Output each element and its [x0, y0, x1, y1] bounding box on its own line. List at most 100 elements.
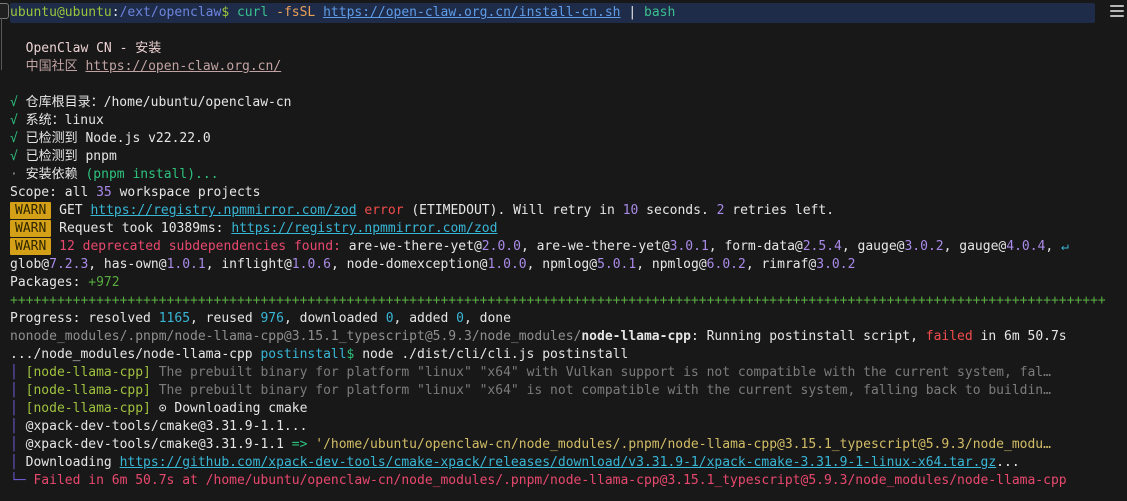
- prompt-line: ubuntu@ubuntu:/ext/openclaw$ curl -fsSL …: [10, 4, 1095, 22]
- terminal-line: │ [node-llama-cpp] ⊙ Downloading cmake: [10, 400, 1127, 418]
- check-icon: √: [10, 149, 18, 164]
- text-segment: 2.5.4: [802, 239, 842, 254]
- terminal-line: glob@7.2.3, has-own@1.0.1, inflight@1.0.…: [10, 256, 1127, 274]
- text-segment: =>: [291, 437, 308, 452]
- progress-bar-line: ++++++++++++++++++++++++++++++++++++++++…: [10, 292, 1127, 310]
- menu-icon[interactable]: [1110, 5, 1124, 17]
- text-segment: , reused: [190, 311, 261, 326]
- terminal-line: √ 已检测到 pnpm: [10, 148, 1127, 166]
- package-tag: [node-llama-cpp]: [25, 365, 151, 380]
- prompt-cwd: /ext/openclaw: [119, 5, 222, 20]
- text-segment: '/home/ubuntu/openclaw-cn/node_modules/.…: [315, 437, 1051, 452]
- text-segment: retries left.: [724, 203, 835, 218]
- warn-badge: WARN: [10, 220, 52, 237]
- pipe-bar-icon: │: [10, 437, 18, 452]
- installer-title-line: OpenClaw CN - 安装: [10, 40, 1127, 58]
- terminal-line: │ [node-llama-cpp] The prebuilt binary f…: [10, 364, 1127, 382]
- text-segment: .../node_modules/node-llama-cpp: [10, 347, 261, 362]
- text-segment: : Running postinstall script,: [690, 329, 926, 344]
- text-segment: 0: [385, 311, 394, 326]
- pipe-bar-icon: │: [10, 383, 18, 398]
- link[interactable]: https://registry.npmmirror.com/zod: [90, 203, 356, 218]
- check-icon: √: [10, 113, 18, 128]
- text-segment: , inflight@: [205, 257, 292, 272]
- text-segment: Progress: resolved: [10, 311, 159, 326]
- package-tag: [node-llama-cpp]: [25, 401, 151, 416]
- terminal-line: √ 已检测到 Node.js v22.22.0: [10, 130, 1127, 148]
- text-segment: 3.0.1: [669, 239, 709, 254]
- text-segment: [51, 239, 59, 254]
- terminal-line: Packages: +972: [10, 274, 1127, 292]
- prompt-user-host: ubuntu@ubuntu: [10, 5, 112, 20]
- text-segment: 0: [456, 311, 464, 326]
- check-icon: √: [10, 95, 18, 110]
- text-segment: The prebuilt binary for platform "linux"…: [150, 383, 1051, 398]
- terminal-line: .../node_modules/node-llama-cpp postinst…: [10, 346, 1127, 364]
- terminal-line: √ 系统：linux: [10, 112, 1127, 130]
- text-segment: 5.0.1: [597, 257, 637, 272]
- text-segment: are-we-there-yet@: [340, 239, 482, 254]
- text-segment: [151, 401, 159, 416]
- text-segment: 安装依赖: [17, 167, 86, 182]
- text-segment: 3.0.2: [904, 239, 944, 254]
- text-segment: 2.0.0: [481, 239, 521, 254]
- text-segment: failed: [925, 329, 973, 344]
- text-segment: @xpack-dev-tools/cmake@3.31.9-1.1...: [17, 419, 308, 434]
- link[interactable]: https://open-claw.org.cn/install-cn.sh: [323, 5, 620, 20]
- text-segment: , done: [464, 311, 511, 326]
- text-segment: 4.0.4: [1006, 239, 1046, 254]
- pipe-bar-icon: │: [10, 401, 18, 416]
- failed-message: Failed in 6m 50.7s at /home/ubuntu/openc…: [25, 473, 1067, 488]
- text-segment: [18, 401, 26, 416]
- warn-badge: WARN: [10, 238, 52, 255]
- text-segment: 10: [622, 203, 639, 218]
- wrap-icon: ↵: [1061, 239, 1069, 254]
- text-segment: , has-own@: [88, 257, 167, 272]
- text-segment: 1.0.1: [166, 257, 206, 272]
- text-segment: Downloading cmake: [166, 401, 308, 416]
- command-flags: -fsSL: [276, 5, 324, 20]
- text-segment: , rimraf@: [745, 257, 817, 272]
- text-segment: (pnpm install)...: [85, 167, 219, 182]
- text-segment: @xpack-dev-tools/cmake@3.31.9-1.1: [17, 437, 292, 452]
- terminal-line: Progress: resolved 1165, reused 976, dow…: [10, 310, 1127, 328]
- terminal-line: Scope: all 35 workspace projects: [10, 184, 1127, 202]
- text-segment: , added: [393, 311, 457, 326]
- command-gutter-line: [1, 18, 2, 70]
- link[interactable]: https://github.com/xpack-dev-tools/cmake…: [120, 455, 997, 470]
- text-segment: node-llama-cpp: [581, 329, 691, 344]
- text-segment: Downloading: [17, 455, 120, 470]
- text-segment: , npmlog@: [636, 257, 707, 272]
- terminal[interactable]: ubuntu@ubuntu:/ext/openclaw$ curl -fsSL …: [0, 0, 1127, 501]
- link[interactable]: https://registry.npmmirror.com/zod: [231, 221, 497, 236]
- warn-badge: WARN: [10, 202, 52, 219]
- text-segment: glob@: [10, 257, 50, 272]
- text-segment: , gauge@: [943, 239, 1007, 254]
- installer-title: OpenClaw CN - 安装: [10, 41, 162, 56]
- text-segment: 976: [260, 311, 284, 326]
- prompt-symbol: $: [221, 5, 237, 20]
- text-segment: 1.0.6: [291, 257, 331, 272]
- text-segment: 6.0.2: [706, 257, 746, 272]
- command-gutter-marker-icon: [0, 3, 9, 19]
- terminal-line: WARN GET https://registry.npmmirror.com/…: [10, 202, 1127, 220]
- command-name: curl: [236, 5, 277, 20]
- terminal-line: · 安装依赖 (pnpm install)...: [10, 166, 1127, 184]
- text-segment: :: [111, 5, 120, 20]
- text-segment: 系统：linux: [17, 113, 104, 128]
- text-segment: postinstall: [260, 347, 347, 362]
- terminal-lines: ubuntu@ubuntu:/ext/openclaw$ curl -fsSL …: [10, 4, 1127, 490]
- text-segment: 12 deprecated subdependencies found:: [59, 239, 341, 254]
- text-segment: Request took 10389ms:: [51, 221, 232, 236]
- terminal-line: WARN Request took 10389ms: https://regis…: [10, 220, 1127, 238]
- link[interactable]: https://open-claw.org.cn/: [85, 59, 281, 74]
- text-segment: 7.2.3: [49, 257, 89, 272]
- terminal-line: √ 仓库根目录：/home/ubuntu/openclaw-cn: [10, 94, 1127, 112]
- text-segment: in 6m 50.7s: [972, 329, 1067, 344]
- text-segment: workspace projects: [111, 185, 261, 200]
- community-line: 中国社区 https://open-claw.org.cn/: [10, 58, 1127, 76]
- terminal-line: │ Downloading https://github.com/xpack-d…: [10, 454, 1127, 472]
- text-segment: 3.0.2: [816, 257, 856, 272]
- tree-corner-icon: └─: [10, 473, 26, 488]
